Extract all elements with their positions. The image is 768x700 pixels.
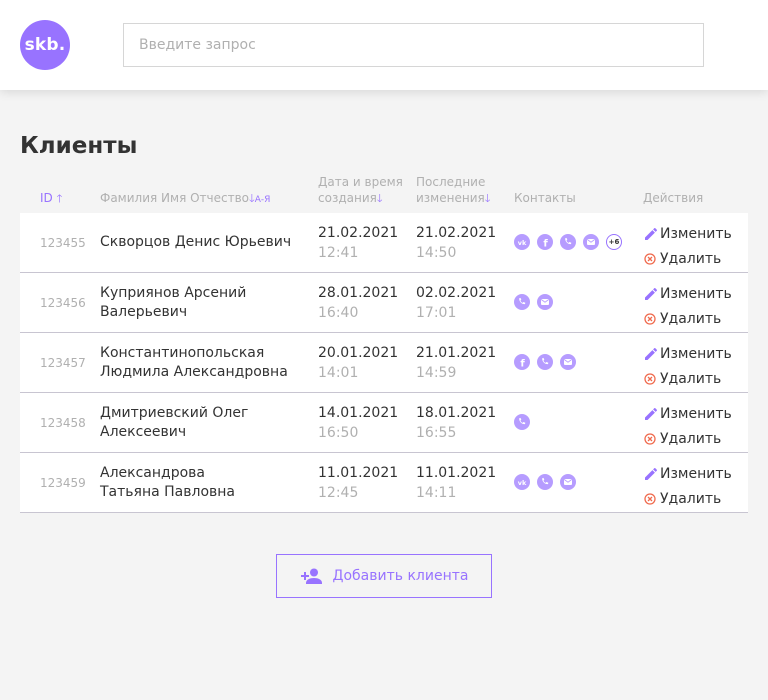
row-actions: Изменить Удалить (644, 221, 732, 271)
phone-icon[interactable] (537, 354, 553, 370)
client-id: 123458 (40, 416, 86, 430)
delete-button[interactable]: Удалить (644, 306, 732, 331)
pencil-icon (645, 467, 658, 480)
arrow-down-icon: 🡓 (376, 192, 383, 205)
email-icon[interactable] (560, 354, 576, 370)
email-icon[interactable] (560, 474, 576, 490)
page-title: Клиенты (20, 133, 138, 159)
updated-datetime: 18.01.2021 16:55 (416, 405, 497, 441)
updated-datetime: 21.02.2021 14:50 (416, 225, 497, 261)
created-datetime: 14.01.2021 16:50 (318, 405, 399, 441)
cancel-circle-icon (644, 372, 656, 385)
contacts-list: vk f +6 (514, 234, 622, 250)
phone-icon[interactable] (560, 234, 576, 250)
pencil-icon (645, 347, 658, 360)
table-row: 123458 Дмитриевский Олег Алексеевич 14.01… (20, 393, 748, 453)
vk-icon[interactable]: vk (514, 234, 530, 250)
client-id: 123455 (40, 236, 86, 250)
table-row: 123457 Константинопольская Людмила Алекса… (20, 333, 748, 393)
edit-button[interactable]: Изменить (644, 341, 732, 366)
edit-button[interactable]: Изменить (644, 281, 732, 306)
edit-button[interactable]: Изменить (644, 461, 732, 486)
row-actions: Изменить Удалить (644, 281, 732, 331)
column-header-name[interactable]: Фамилия Имя Отчество🡓А-Я (100, 190, 270, 208)
svg-text:f: f (543, 239, 548, 250)
created-datetime: 11.01.2021 12:45 (318, 465, 399, 501)
more-contacts-button[interactable]: +6 (606, 234, 622, 250)
column-header-contacts: Контакты (514, 191, 576, 205)
created-datetime: 28.01.2021 16:40 (318, 285, 399, 321)
email-icon[interactable] (537, 294, 553, 310)
contacts-list (514, 414, 530, 430)
client-name: Константинопольская Людмила Александровна (100, 345, 288, 380)
delete-button[interactable]: Удалить (644, 426, 732, 451)
client-id: 123457 (40, 356, 86, 370)
cancel-circle-icon (644, 492, 656, 505)
logo: skb. (20, 20, 70, 70)
search-input[interactable] (123, 23, 704, 67)
vk-icon[interactable]: vk (514, 474, 530, 490)
add-user-icon (300, 568, 322, 584)
edit-button[interactable]: Изменить (644, 401, 732, 426)
arrow-down-icon: 🡓 (484, 192, 491, 205)
updated-datetime: 11.01.2021 14:11 (416, 465, 497, 501)
contacts-list: vk (514, 474, 576, 490)
table-row: 123459 Александрова Татьяна Павловна 11.0… (20, 453, 748, 513)
column-header-actions: Действия (643, 191, 704, 205)
facebook-icon[interactable]: f (514, 354, 530, 370)
phone-icon[interactable] (537, 474, 553, 490)
pencil-icon (645, 287, 658, 300)
svg-text:vk: vk (518, 479, 527, 487)
row-actions: Изменить Удалить (644, 461, 732, 511)
cancel-circle-icon (644, 252, 656, 265)
created-datetime: 20.01.2021 14:01 (318, 345, 399, 381)
edit-button[interactable]: Изменить (644, 221, 732, 246)
svg-text:f: f (520, 359, 525, 370)
facebook-icon[interactable]: f (537, 234, 553, 250)
email-icon[interactable] (583, 234, 599, 250)
client-name: Александрова Татьяна Павловна (100, 465, 235, 500)
client-id: 123456 (40, 296, 86, 310)
row-actions: Изменить Удалить (644, 341, 732, 391)
sort-hint: А-Я (254, 195, 271, 205)
svg-text:vk: vk (518, 239, 527, 247)
delete-button[interactable]: Удалить (644, 246, 732, 271)
arrow-up-icon: 🡑 (56, 192, 63, 205)
client-id: 123459 (40, 476, 86, 490)
add-client-button[interactable]: Добавить клиента (276, 554, 492, 598)
phone-icon[interactable] (514, 414, 530, 430)
header: skb. (0, 0, 768, 90)
phone-icon[interactable] (514, 294, 530, 310)
contacts-list: f (514, 354, 576, 370)
created-datetime: 21.02.2021 12:41 (318, 225, 399, 261)
client-name: Скворцов Денис Юрьевич (100, 234, 292, 250)
pencil-icon (645, 407, 658, 420)
updated-datetime: 02.02.2021 17:01 (416, 285, 497, 321)
updated-datetime: 21.01.2021 14:59 (416, 345, 497, 381)
contacts-list (514, 294, 553, 310)
cancel-circle-icon (644, 432, 656, 445)
delete-button[interactable]: Удалить (644, 486, 732, 511)
column-header-updated[interactable]: Последние изменения🡓 (416, 174, 490, 207)
cancel-circle-icon (644, 312, 656, 325)
pencil-icon (645, 227, 658, 240)
delete-button[interactable]: Удалить (644, 366, 732, 391)
client-name: Дмитриевский Олег Алексеевич (100, 405, 249, 440)
table-row: 123456 Куприянов Арсений Валерьевич 28.01… (20, 273, 748, 333)
row-actions: Изменить Удалить (644, 401, 732, 451)
column-header-id[interactable]: ID 🡑 (40, 190, 62, 207)
client-name: Куприянов Арсений Валерьевич (100, 285, 247, 320)
column-header-created[interactable]: Дата и время создания🡓 (318, 174, 403, 207)
table-row: 123455 Скворцов Денис Юрьевич 21.02.2021… (20, 213, 748, 273)
clients-table: 123455 Скворцов Денис Юрьевич 21.02.2021… (20, 213, 748, 513)
